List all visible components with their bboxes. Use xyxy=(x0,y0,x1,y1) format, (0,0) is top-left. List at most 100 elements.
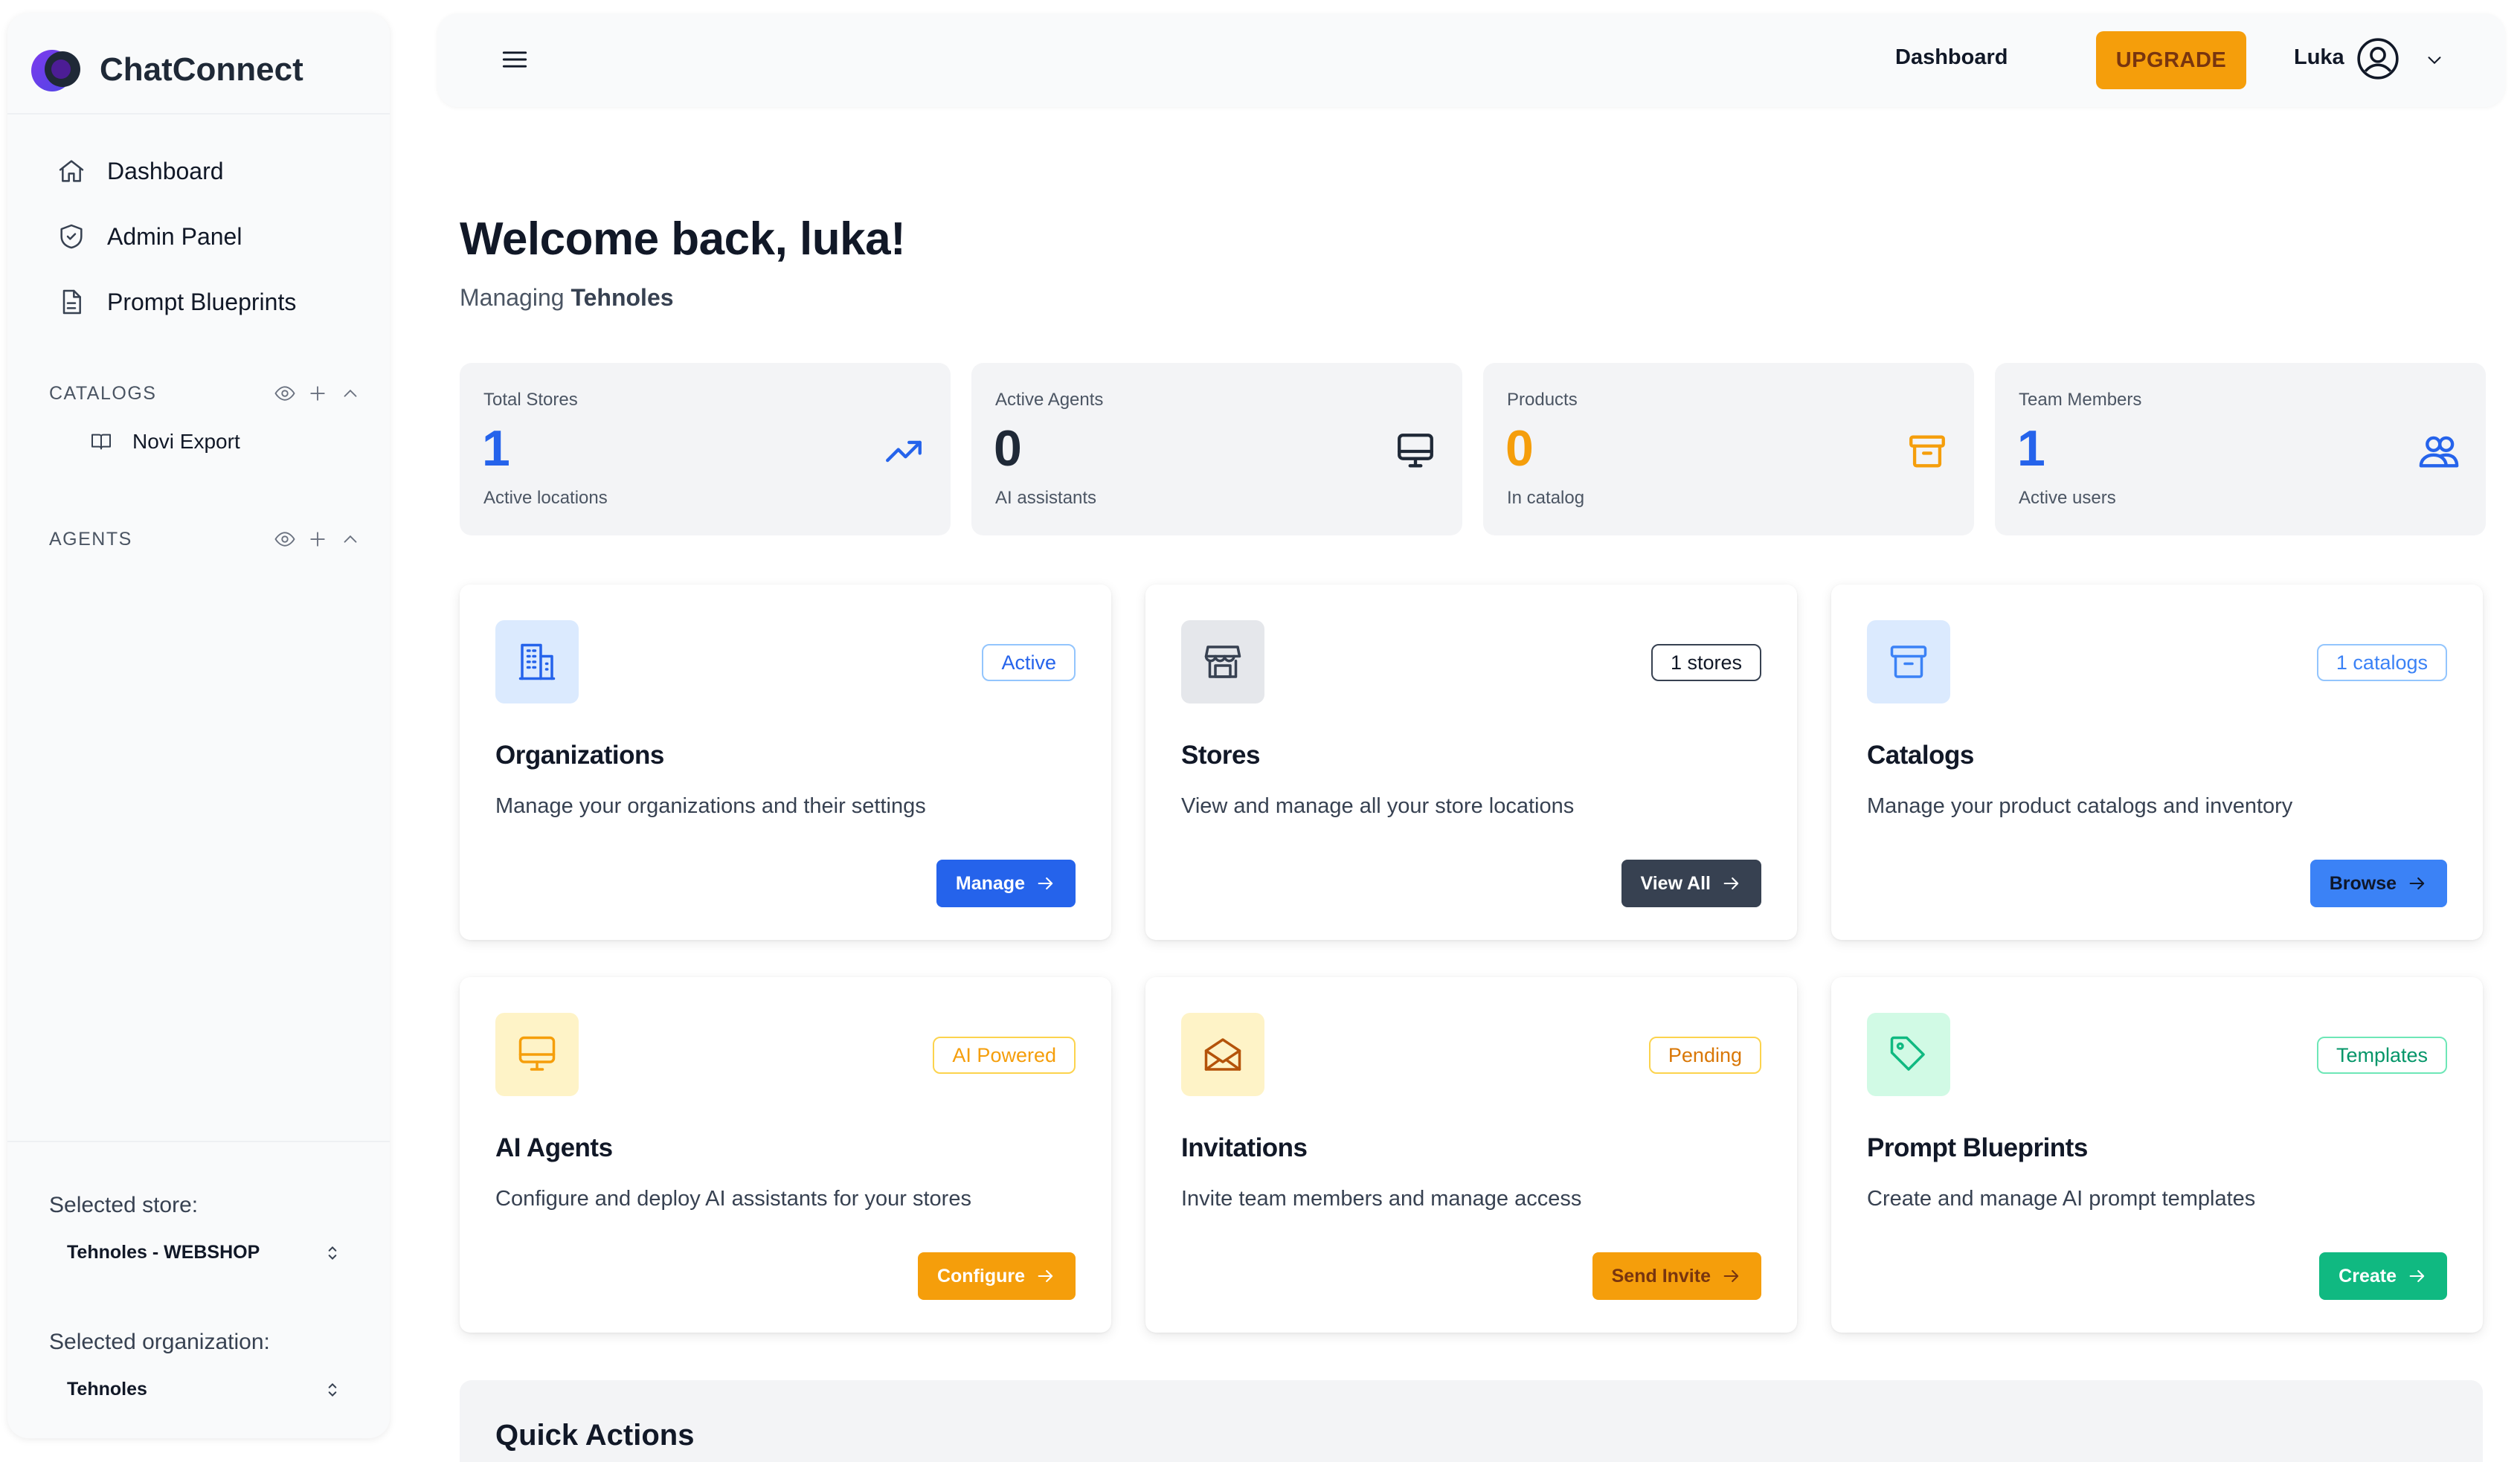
top-dashboard-link[interactable]: Dashboard xyxy=(1895,45,2008,70)
card-title: Organizations xyxy=(495,741,664,770)
card-description: Configure and deploy AI assistants for y… xyxy=(495,1187,971,1211)
stat-card-products: Products 0 In catalog xyxy=(1483,363,1974,535)
card-title: Stores xyxy=(1181,741,1260,770)
upgrade-button[interactable]: UPGRADE xyxy=(2096,31,2246,89)
status-badge: Pending xyxy=(1648,1037,1761,1074)
chevron-up-icon[interactable] xyxy=(339,382,361,405)
button-label: Browse xyxy=(2329,872,2397,894)
browse-button[interactable]: Browse xyxy=(2310,860,2447,907)
monitor-icon xyxy=(518,1036,556,1071)
stat-label: Team Members xyxy=(2019,390,2142,410)
users-icon xyxy=(2419,436,2459,468)
catalogs-section-header: CATALOGS xyxy=(49,375,361,412)
sidebar-nav: Dashboard Admin Panel Prompt Blueprints xyxy=(28,138,370,335)
manage-button[interactable]: Manage xyxy=(936,860,1076,907)
app-name: ChatConnect xyxy=(100,51,303,88)
card-icon-box xyxy=(1867,1013,1950,1096)
brand[interactable]: ChatConnect xyxy=(30,33,303,107)
sidebar: ChatConnect Dashboard Admin Panel Prompt… xyxy=(7,13,390,1438)
sidebar-item-label: Prompt Blueprints xyxy=(107,288,297,315)
sidebar-item-admin-panel[interactable]: Admin Panel xyxy=(28,204,370,269)
user-name[interactable]: Luka xyxy=(2294,45,2344,70)
card-stores: 1 stores Stores View and manage all your… xyxy=(1145,585,1797,940)
sidebar-item-prompt-blueprints[interactable]: Prompt Blueprints xyxy=(28,269,370,335)
quick-actions-title: Quick Actions xyxy=(495,1419,695,1452)
chevron-up-icon[interactable] xyxy=(339,528,361,550)
card-description: Invite team members and manage access xyxy=(1181,1187,1582,1211)
status-badge: AI Powered xyxy=(933,1037,1076,1074)
sidebar-item-dashboard[interactable]: Dashboard xyxy=(28,138,370,204)
managing-prefix: Managing xyxy=(460,284,565,311)
stat-card-team-members: Team Members 1 Active users xyxy=(1995,363,2486,535)
button-label: Configure xyxy=(936,1265,1025,1287)
card-description: Manage your product catalogs and invento… xyxy=(1867,794,2293,818)
arrow-right-icon xyxy=(2409,877,2425,890)
status-badge: Templates xyxy=(2316,1037,2447,1074)
card-icon-box xyxy=(495,1013,579,1096)
card-description: Manage your organizations and their sett… xyxy=(495,794,926,818)
home-icon xyxy=(59,160,84,182)
user-circle-icon[interactable] xyxy=(2355,36,2401,82)
sidebar-divider xyxy=(7,113,390,115)
card-prompt-blueprints: Templates Prompt Blueprints Create and m… xyxy=(1831,977,2483,1333)
send-invite-button[interactable]: Send Invite xyxy=(1592,1252,1761,1300)
selected-org-value: Tehnoles xyxy=(67,1379,147,1400)
card-catalogs: 1 catalogs Catalogs Manage your product … xyxy=(1831,585,2483,940)
catalog-item-label: Novi Export xyxy=(132,430,240,453)
button-label: Send Invite xyxy=(1611,1265,1711,1287)
agents-section-header: AGENTS xyxy=(49,521,361,558)
button-label: Create xyxy=(2339,1265,2397,1287)
card-organizations: Active Organizations Manage your organiz… xyxy=(460,585,1111,940)
chatconnect-logo-icon xyxy=(31,50,80,91)
trending-up-icon xyxy=(886,440,922,463)
catalog-item-novi-export[interactable]: Novi Export xyxy=(89,430,240,454)
agents-section-title: AGENTS xyxy=(49,528,132,550)
chevron-up-down-icon xyxy=(328,1382,337,1397)
document-icon xyxy=(62,289,81,315)
stat-label: Active Agents xyxy=(995,390,1104,410)
chevron-down-icon[interactable] xyxy=(2423,49,2446,71)
selected-org-select[interactable]: Tehnoles xyxy=(67,1379,342,1400)
selected-store-label: Selected store: xyxy=(49,1193,199,1217)
selected-org-label: Selected organization: xyxy=(49,1330,270,1354)
stat-card-active-agents: Active Agents 0 AI assistants xyxy=(971,363,1462,535)
stat-subtext: Active locations xyxy=(483,488,608,508)
button-label: View All xyxy=(1640,872,1711,894)
plus-icon[interactable] xyxy=(306,528,329,550)
card-title: AI Agents xyxy=(495,1133,613,1162)
card-description: View and manage all your store locations xyxy=(1181,794,1575,818)
stat-label: Products xyxy=(1507,390,1578,410)
card-ai-agents: AI Powered AI Agents Configure and deplo… xyxy=(460,977,1111,1333)
stat-label: Total Stores xyxy=(483,390,578,410)
archive-icon xyxy=(1890,645,1927,678)
stat-value: 0 xyxy=(1505,420,1534,477)
create-button[interactable]: Create xyxy=(2319,1252,2447,1300)
arrow-right-icon xyxy=(1038,1269,1053,1283)
plus-icon[interactable] xyxy=(306,382,329,405)
card-invitations: Pending Invitations Invite team members … xyxy=(1145,977,1797,1333)
sidebar-divider xyxy=(7,1141,390,1142)
hamburger-menu-icon[interactable] xyxy=(498,43,531,76)
eye-icon[interactable] xyxy=(274,528,296,550)
stat-subtext: Active users xyxy=(2019,488,2116,508)
managing-subtitle: Managing Tehnoles xyxy=(460,284,674,312)
card-icon-box xyxy=(1181,1013,1264,1096)
view-all-button[interactable]: View All xyxy=(1621,860,1761,907)
card-title: Prompt Blueprints xyxy=(1867,1133,2088,1162)
building-icon xyxy=(518,643,556,680)
count-badge: 1 stores xyxy=(1650,644,1761,681)
arrow-right-icon xyxy=(1038,877,1053,890)
stat-value: 1 xyxy=(482,420,510,477)
status-badge: Active xyxy=(982,644,1076,681)
configure-button[interactable]: Configure xyxy=(917,1252,1076,1300)
managing-org-name: Tehnoles xyxy=(570,284,674,311)
count-badge: 1 catalogs xyxy=(2316,644,2447,681)
card-description: Create and manage AI prompt templates xyxy=(1867,1187,2256,1211)
selected-store-select[interactable]: Tehnoles - WEBSHOP xyxy=(67,1242,342,1263)
button-label: Manage xyxy=(955,872,1025,894)
eye-icon[interactable] xyxy=(274,382,296,405)
arrow-right-icon xyxy=(1723,1269,1739,1283)
selected-store-value: Tehnoles - WEBSHOP xyxy=(67,1242,260,1263)
arrow-right-icon xyxy=(2409,1269,2425,1283)
shield-icon xyxy=(60,224,83,249)
